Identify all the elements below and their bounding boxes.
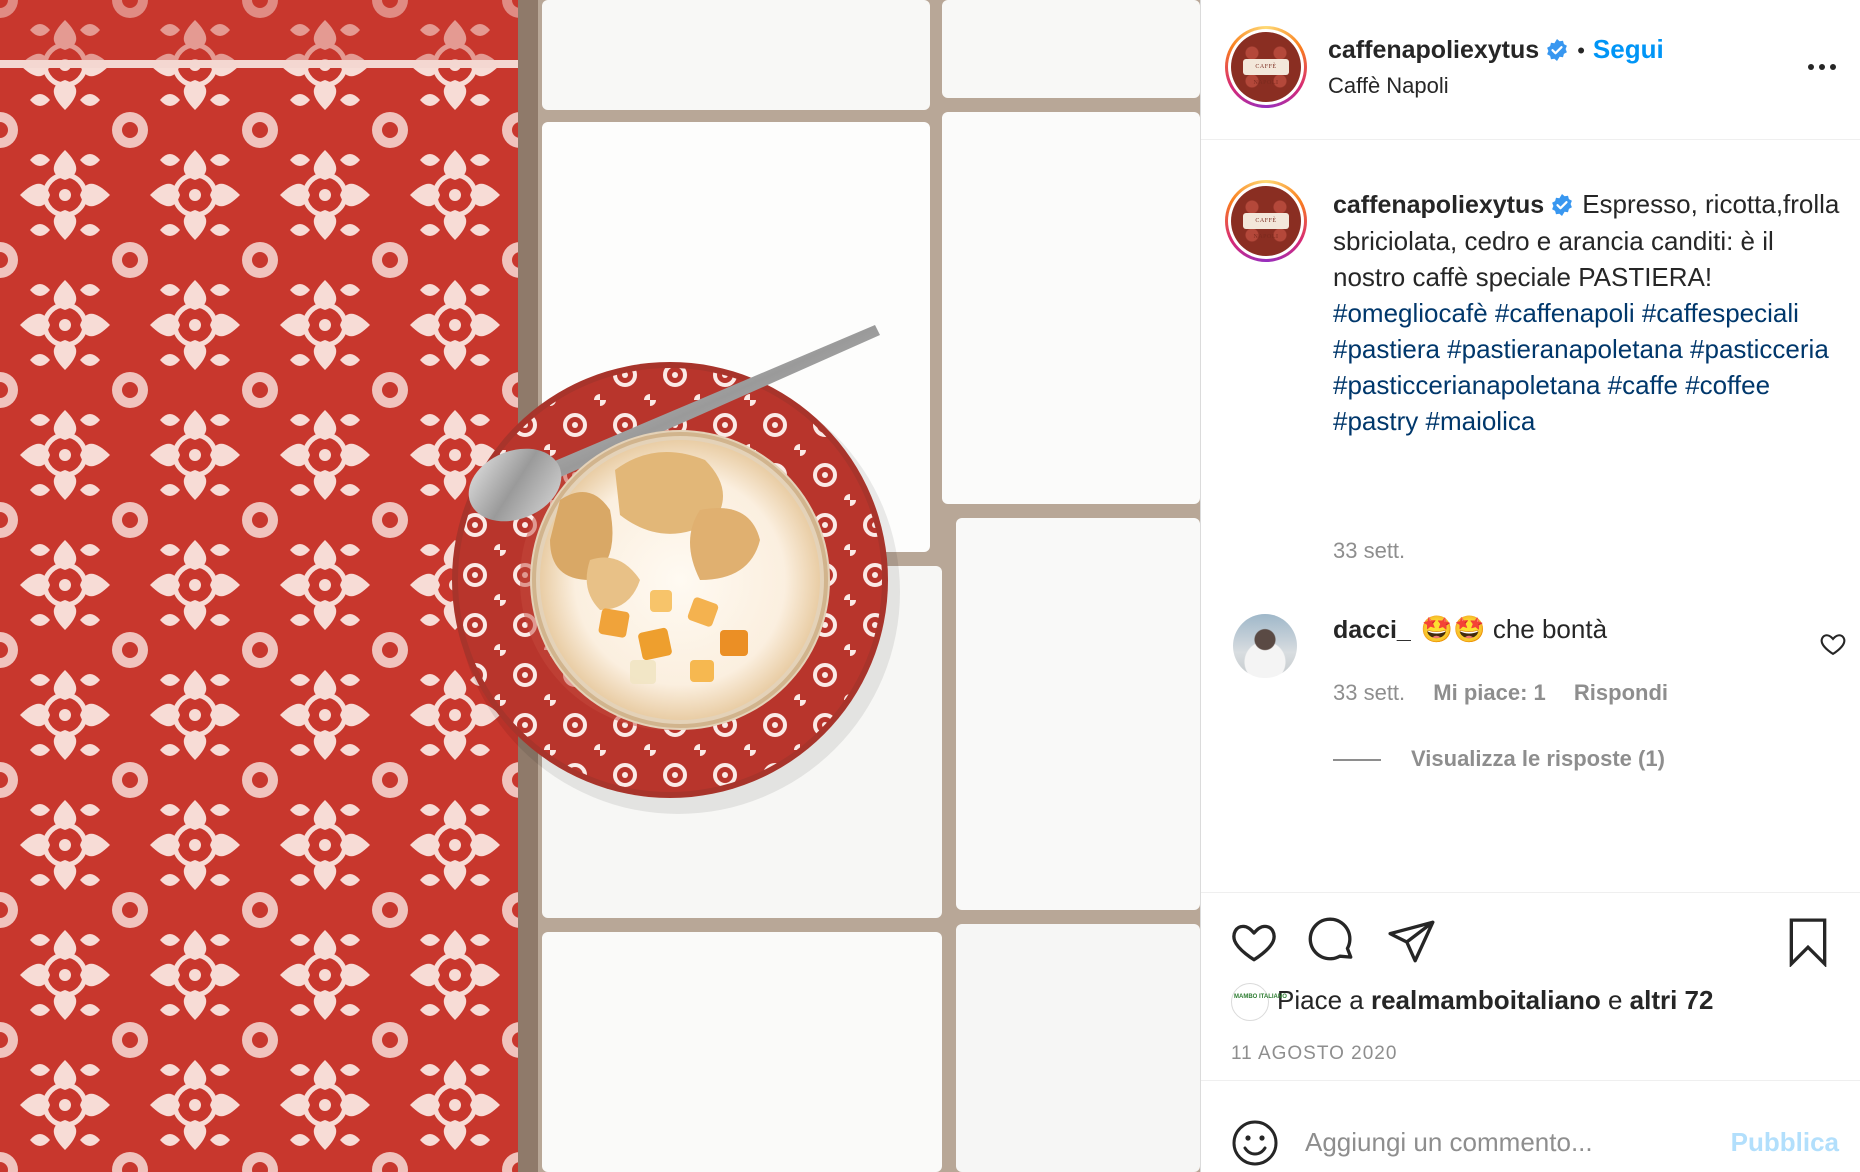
- commenter-avatar[interactable]: [1233, 614, 1297, 678]
- post-username[interactable]: caffenapoliexytus: [1328, 36, 1539, 64]
- comment-text: che bontà: [1492, 614, 1608, 644]
- caption-avatar[interactable]: CAFFÈ NAPOLI: [1225, 180, 1307, 262]
- likes-and: e: [1607, 984, 1623, 1015]
- post-date[interactable]: 11 AGOSTO 2020: [1231, 1043, 1397, 1065]
- caption-avatar-logo-text: CAFFÈ NAPOLI: [1243, 213, 1289, 240]
- caption-text-block: caffenapoliexytus Espresso, ricotta,froll…: [1333, 186, 1843, 439]
- post-location[interactable]: Caffè Napoli: [1328, 73, 1449, 99]
- comment-input[interactable]: [1305, 1119, 1705, 1165]
- comment-username[interactable]: dacci_: [1333, 616, 1411, 644]
- bookmark-icon[interactable]: [1783, 917, 1833, 967]
- comment-like-heart-icon[interactable]: [1819, 630, 1847, 658]
- more-options-icon[interactable]: [1805, 50, 1839, 84]
- post-header: CAFFÈ NAPOLI caffenapoliexytus • Segui Caf…: [1201, 0, 1860, 140]
- follow-button[interactable]: Segui: [1593, 34, 1664, 64]
- verified-badge-icon: [1552, 194, 1573, 216]
- profile-avatar[interactable]: CAFFÈ NAPOLI: [1225, 26, 1307, 108]
- publish-button[interactable]: Pubblica: [1731, 1127, 1839, 1158]
- likes-others[interactable]: altri 72: [1630, 985, 1714, 1015]
- verified-badge-icon: [1547, 39, 1568, 61]
- likes-summary[interactable]: Piace a realmamboitaliano e altri 72: [1231, 983, 1713, 1021]
- comment-icon[interactable]: [1307, 917, 1357, 967]
- heart-icon[interactable]: [1229, 917, 1279, 967]
- caption-hashtags[interactable]: #omegliocafè #caffenapoli #caffespeciali…: [1333, 298, 1829, 436]
- caption-username[interactable]: caffenapoliexytus: [1333, 191, 1544, 219]
- post-side-panel: CAFFÈ NAPOLI caffenapoliexytus • Segui Caf…: [1200, 0, 1860, 1172]
- liker-username[interactable]: realmamboitaliano: [1371, 985, 1601, 1015]
- post-photo[interactable]: [0, 0, 1200, 1172]
- liker-avatar[interactable]: [1231, 983, 1269, 1021]
- comment-emoji: 🤩🤩: [1420, 614, 1486, 644]
- share-icon[interactable]: [1387, 917, 1437, 967]
- separator-dot: •: [1577, 38, 1585, 63]
- comment-likes-count[interactable]: Mi piace: 1: [1433, 680, 1545, 705]
- post-actions-bar: Piace a realmamboitaliano e altri 72 11 …: [1201, 892, 1860, 1080]
- likes-prefix: Piace a: [1277, 984, 1364, 1015]
- add-comment-bar: Pubblica: [1201, 1080, 1860, 1172]
- avatar-logo-text: CAFFÈ NAPOLI: [1243, 59, 1289, 86]
- emoji-icon[interactable]: [1231, 1119, 1279, 1167]
- view-replies-label: Visualizza le risposte (1): [1411, 746, 1665, 771]
- caption-timestamp[interactable]: 33 sett.: [1333, 538, 1405, 564]
- view-replies-button[interactable]: Visualizza le risposte (1): [1333, 746, 1665, 772]
- comment-timestamp[interactable]: 33 sett.: [1333, 680, 1405, 705]
- replies-divider-line: [1333, 759, 1381, 762]
- reply-button[interactable]: Rispondi: [1574, 680, 1668, 705]
